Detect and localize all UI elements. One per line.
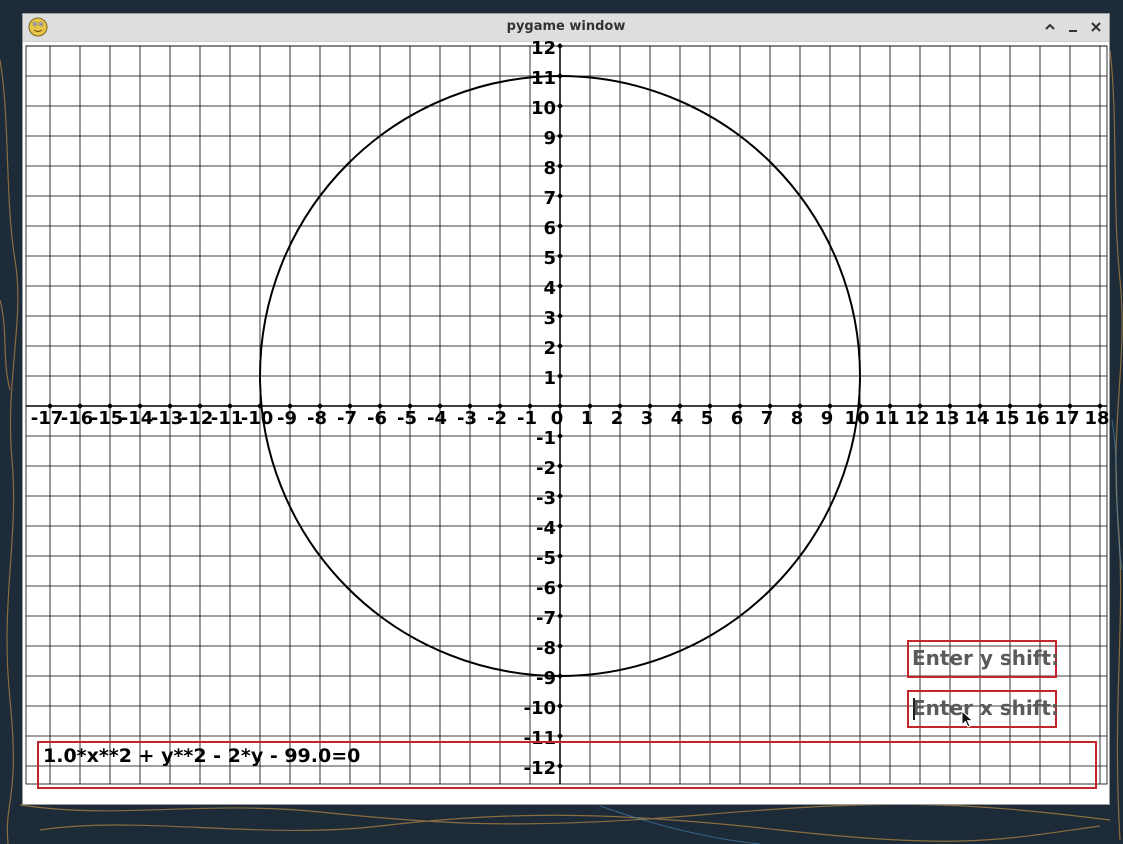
x-tick-label: -1 bbox=[517, 408, 537, 429]
x-tick-label: 7 bbox=[761, 408, 774, 429]
y-tick-label: 5 bbox=[543, 248, 556, 269]
x-tick-label: 16 bbox=[1024, 408, 1049, 429]
y-tick-label: 8 bbox=[543, 158, 556, 179]
x-tick-label: -8 bbox=[307, 408, 327, 429]
y-tick-label: -9 bbox=[536, 668, 556, 689]
x-tick-label: 6 bbox=[731, 408, 744, 429]
x-tick-label: -7 bbox=[337, 408, 357, 429]
y-tick-label: 12 bbox=[531, 38, 556, 59]
x-tick-label: -16 bbox=[61, 408, 94, 429]
x-tick-label: -11 bbox=[211, 408, 244, 429]
mouse-pointer-icon bbox=[961, 710, 974, 728]
y-tick-label: -4 bbox=[536, 518, 556, 539]
x-tick-label: -17 bbox=[31, 408, 64, 429]
x-tick-label: 0 bbox=[551, 408, 564, 429]
x-tick-label: -12 bbox=[181, 408, 214, 429]
x-tick-label: -3 bbox=[457, 408, 477, 429]
y-tick-mark bbox=[557, 643, 563, 649]
x-tick-label: -14 bbox=[121, 408, 154, 429]
equation-text: 1.0*x**2 + y**2 - 2*y - 99.0=0 bbox=[43, 745, 361, 767]
x-tick-label: 13 bbox=[934, 408, 959, 429]
y-tick-label: 10 bbox=[531, 98, 556, 119]
y-tick-mark bbox=[557, 313, 563, 319]
y-tick-label: 2 bbox=[543, 338, 556, 359]
y-tick-mark bbox=[557, 433, 563, 439]
x-tick-label: 14 bbox=[964, 408, 989, 429]
y-tick-mark bbox=[557, 43, 563, 49]
x-tick-label: -6 bbox=[367, 408, 387, 429]
y-tick-mark bbox=[557, 523, 563, 529]
x-tick-label: -9 bbox=[277, 408, 297, 429]
y-tick-label: -2 bbox=[536, 458, 556, 479]
x-tick-label: 2 bbox=[611, 408, 624, 429]
y-tick-label: -6 bbox=[536, 578, 556, 599]
y-tick-mark bbox=[557, 703, 563, 709]
y-tick-label: -5 bbox=[536, 548, 556, 569]
y-tick-mark bbox=[557, 253, 563, 259]
x-tick-label: 17 bbox=[1054, 408, 1079, 429]
pygame-window: pygame window -17 -16 -15 -14 -13 -12 -11 -10 -9… bbox=[22, 13, 1110, 805]
y-tick-mark bbox=[557, 373, 563, 379]
y-tick-mark bbox=[557, 463, 563, 469]
y-tick-label: 1 bbox=[543, 368, 556, 389]
y-tick-mark bbox=[557, 343, 563, 349]
y-tick-mark bbox=[557, 493, 563, 499]
y-tick-mark bbox=[557, 583, 563, 589]
x-shift-input[interactable]: Enter x shift: bbox=[907, 690, 1059, 728]
x-tick-label: -15 bbox=[91, 408, 124, 429]
y-tick-mark bbox=[557, 553, 563, 559]
x-tick-label: 3 bbox=[641, 408, 654, 429]
x-tick-label: 4 bbox=[671, 408, 684, 429]
x-tick-label: 11 bbox=[874, 408, 899, 429]
y-tick-label: -7 bbox=[536, 608, 556, 629]
y-tick-mark bbox=[557, 103, 563, 109]
y-tick-mark bbox=[557, 733, 563, 739]
x-tick-labels: -17-16-15-14-13-12-11-10 -9 -8 -7 -6 -5 -4 -3 -2… bbox=[31, 408, 1109, 429]
text-caret bbox=[913, 698, 915, 720]
x-tick-label: -5 bbox=[397, 408, 417, 429]
x-tick-label: 1 bbox=[581, 408, 594, 429]
equation-input[interactable]: 1.0*x**2 + y**2 - 2*y - 99.0=0 bbox=[37, 741, 1097, 789]
x-tick-label: 8 bbox=[791, 408, 804, 429]
x-tick-label: 9 bbox=[821, 408, 834, 429]
y-shift-placeholder: Enter y shift: bbox=[912, 646, 1060, 670]
y-tick-mark bbox=[557, 223, 563, 229]
x-tick-label: -4 bbox=[427, 408, 447, 429]
graph-canvas[interactable]: -17-16-15-14-13-12-11-10 -9 -8 -7 -6 -5 -4 -3 -2… bbox=[23, 14, 1109, 804]
x-tick-label: 15 bbox=[994, 408, 1019, 429]
y-tick-label: -1 bbox=[536, 428, 556, 449]
x-tick-label: 18 bbox=[1084, 408, 1109, 429]
y-tick-label: 3 bbox=[543, 308, 556, 329]
y-tick-label: 4 bbox=[543, 278, 556, 299]
y-tick-label: 11 bbox=[531, 68, 556, 89]
y-tick-label: 9 bbox=[543, 128, 556, 149]
y-tick-mark bbox=[557, 193, 563, 199]
y-tick-label: -10 bbox=[523, 698, 556, 719]
y-tick-mark bbox=[557, 133, 563, 139]
x-tick-label: 5 bbox=[701, 408, 714, 429]
x-tick-label: -13 bbox=[151, 408, 184, 429]
y-tick-label: 6 bbox=[543, 218, 556, 239]
x-tick-label: -10 bbox=[241, 408, 274, 429]
y-tick-label: -8 bbox=[536, 638, 556, 659]
y-tick-mark bbox=[557, 613, 563, 619]
y-shift-input[interactable]: Enter y shift: bbox=[907, 640, 1060, 678]
y-tick-mark bbox=[557, 163, 563, 169]
y-tick-label: -3 bbox=[536, 488, 556, 509]
x-tick-label: -2 bbox=[487, 408, 507, 429]
x-tick-label: 12 bbox=[904, 408, 929, 429]
y-tick-mark bbox=[557, 283, 563, 289]
y-tick-label: 7 bbox=[543, 188, 556, 209]
x-shift-placeholder: Enter x shift: bbox=[912, 696, 1059, 720]
